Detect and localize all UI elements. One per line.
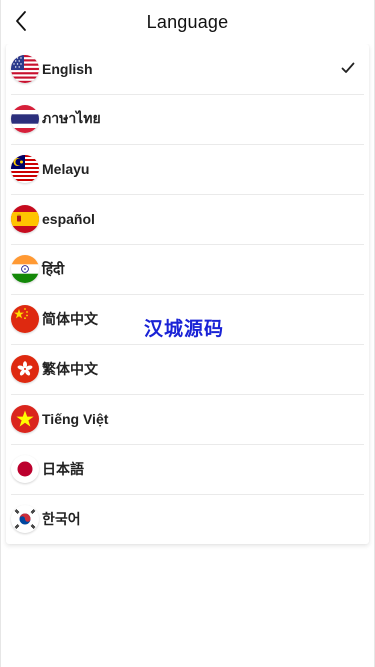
language-item-korean[interactable]: 한국어 [6, 494, 369, 544]
language-label: Tiếng Việt [42, 411, 109, 427]
language-label: español [42, 211, 95, 227]
china-flag-icon [11, 305, 39, 333]
malaysia-flag-icon [11, 155, 39, 183]
language-item-malay[interactable]: Melayu [6, 144, 369, 194]
language-label: 한국어 [42, 511, 81, 527]
language-list: English ภาษาไทย Melayu español हिंदी 简体中… [6, 44, 369, 544]
language-label: 简体中文 [42, 311, 98, 327]
language-item-english[interactable]: English [6, 44, 369, 94]
language-label: English [42, 61, 93, 77]
language-label: 繁体中文 [42, 361, 98, 377]
india-flag-icon [11, 255, 39, 283]
language-screen: Language English ภาษาไทย Melayu español … [0, 0, 375, 667]
korea-flag-icon [11, 505, 39, 533]
language-item-simplified-chinese[interactable]: 简体中文 [6, 294, 369, 344]
hong-kong-flag-icon [11, 355, 39, 383]
language-item-spanish[interactable]: español [6, 194, 369, 244]
language-label: Melayu [42, 161, 90, 177]
chevron-left-icon [16, 11, 26, 31]
language-label: हिंदी [42, 260, 65, 277]
back-button[interactable] [9, 6, 33, 36]
japan-flag-icon [11, 455, 39, 483]
thailand-flag-icon [11, 105, 39, 133]
language-item-thai[interactable]: ภาษาไทย [6, 94, 369, 144]
language-item-japanese[interactable]: 日本語 [6, 444, 369, 494]
navigation-bar: Language [1, 0, 374, 44]
language-item-vietnamese[interactable]: Tiếng Việt [6, 394, 369, 444]
checkmark-icon [341, 62, 355, 73]
language-label: 日本語 [42, 461, 84, 477]
language-item-traditional-chinese[interactable]: 繁体中文 [6, 344, 369, 394]
language-label: ภาษาไทย [42, 110, 101, 126]
vietnam-flag-icon [11, 405, 39, 433]
spain-flag-icon [11, 205, 39, 233]
language-item-hindi[interactable]: हिंदी [6, 244, 369, 294]
page-title: Language [146, 11, 229, 32]
us-flag-icon [11, 55, 39, 83]
